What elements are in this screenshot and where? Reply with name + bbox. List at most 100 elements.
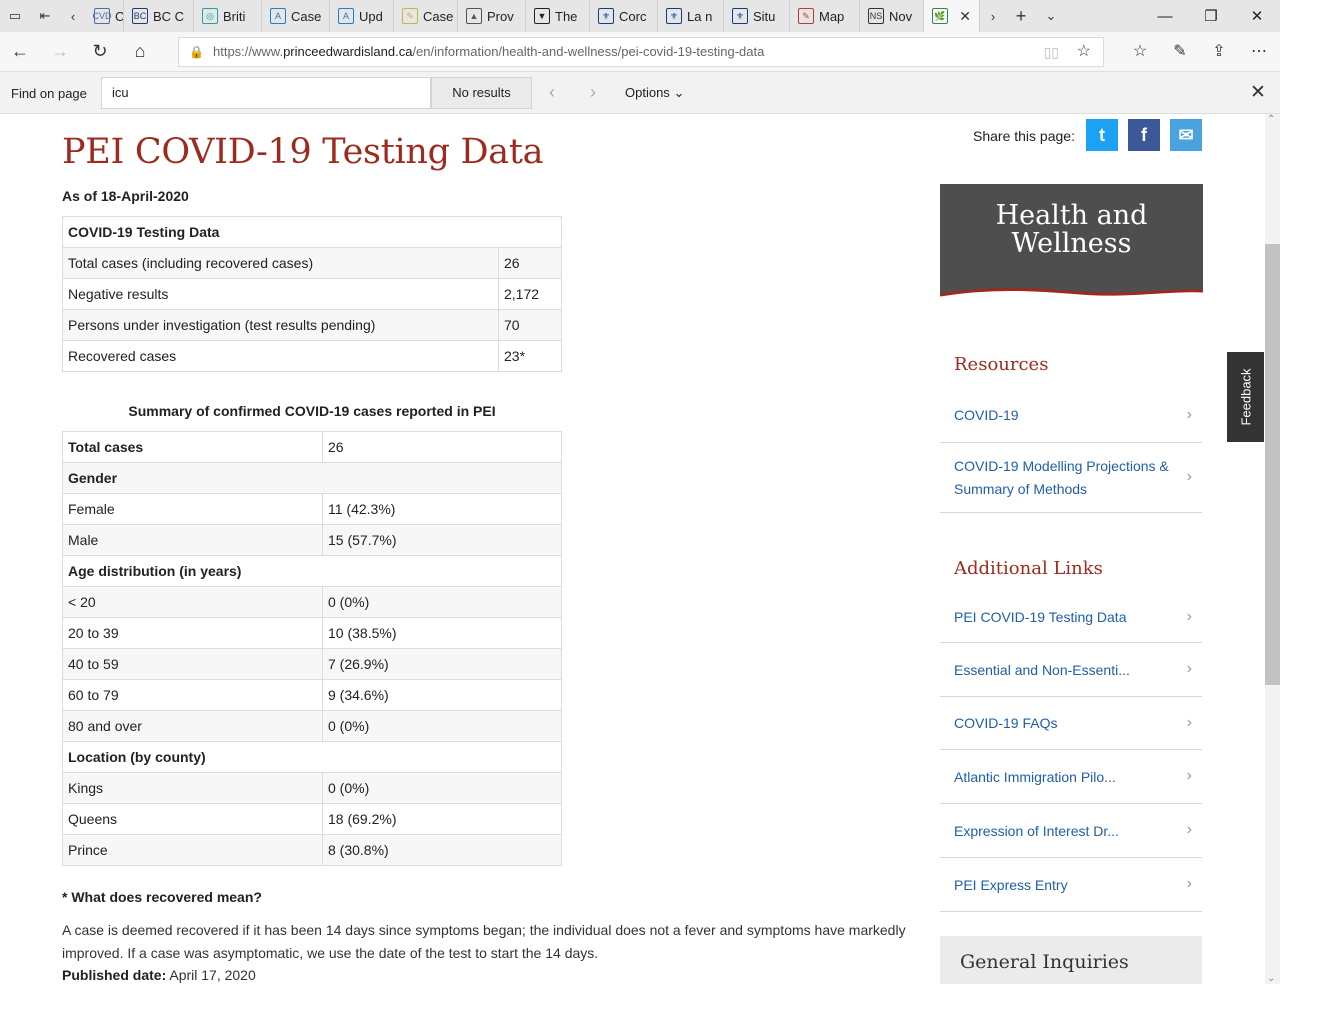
chevron-right-icon: › [1186, 767, 1192, 784]
sidebar-link[interactable]: COVID-19 Modelling Projections & Summary… [940, 443, 1202, 513]
facebook-share-icon[interactable]: f [1128, 119, 1160, 151]
scrollbar-thumb[interactable] [1265, 244, 1280, 685]
find-label: Find on page [11, 86, 87, 101]
chevron-right-icon: › [1186, 821, 1192, 838]
browser-tab[interactable]: BC BC C [124, 0, 194, 32]
browser-tab[interactable]: A Upd [330, 0, 394, 32]
table-row: 40 to 59 7 (26.9%) [62, 648, 562, 680]
sidebar-link[interactable]: COVID-19 › [940, 388, 1202, 443]
chevron-right-icon: › [1186, 660, 1192, 677]
minimize-icon[interactable]: — [1142, 8, 1188, 25]
sidebar-link-label[interactable]: COVID-19 [954, 404, 1179, 427]
sidebar-link-label[interactable]: COVID-19 Modelling Projections & Summary… [954, 455, 1179, 501]
browser-tab[interactable]: ⚜ La n [658, 0, 724, 32]
table-row: Recovered cases 23* [62, 340, 562, 372]
tab-label: Case [423, 8, 454, 24]
favorites-list-icon[interactable]: ☆ [1128, 41, 1152, 61]
row-value: 0 (0%) [322, 586, 562, 618]
scroll-tabs-left-icon[interactable]: ‹ [60, 0, 86, 32]
tab-list-chevron-icon[interactable]: ⌄ [1036, 0, 1066, 32]
email-share-icon[interactable]: ✉ [1170, 119, 1202, 151]
tab-favicon-icon: NS [868, 8, 884, 24]
favorite-star-icon[interactable]: ☆ [1077, 38, 1091, 66]
set-tabs-aside-icon[interactable]: ⇤ [30, 0, 60, 32]
browser-tab[interactable]: ⚜ Corc [590, 0, 658, 32]
browser-tab[interactable]: ✎ Map [790, 0, 860, 32]
back-icon[interactable]: ← [8, 41, 32, 62]
browser-tab[interactable]: ▲ Prov [458, 0, 526, 32]
find-previous-icon[interactable]: ‹ [549, 82, 555, 103]
find-next-icon[interactable]: › [590, 82, 596, 103]
row-label: Male [62, 524, 323, 556]
section-header-row: Location (by county) [62, 741, 562, 773]
url-field[interactable]: 🔒 https://www.princeedwardisland.ca/en/i… [178, 37, 1104, 67]
row-label: Persons under investigation (test result… [62, 309, 499, 341]
section-header-row: Gender [62, 462, 562, 494]
browser-tab[interactable]: ◎ Briti [194, 0, 262, 32]
home-icon[interactable]: ⌂ [128, 41, 152, 62]
share-icon[interactable]: ⇪ [1207, 41, 1231, 61]
forward-icon[interactable]: → [48, 41, 72, 62]
row-value: 11 (42.3%) [322, 493, 562, 525]
twitter-share-icon[interactable]: t [1086, 119, 1118, 151]
row-label: Total cases [62, 431, 323, 463]
sidebar-link[interactable]: PEI COVID-19 Testing Data › [940, 592, 1202, 643]
tab-favicon-icon: ⚜ [666, 8, 682, 24]
sidebar-link-label[interactable]: Atlantic Immigration Pilo... [954, 766, 1179, 789]
find-input[interactable]: icu [101, 77, 431, 109]
close-window-icon[interactable]: ✕ [1234, 7, 1280, 25]
restore-icon[interactable]: ❐ [1188, 7, 1234, 25]
sidebar-link-label[interactable]: Expression of Interest Dr... [954, 820, 1179, 843]
new-tab-icon[interactable]: + [1006, 0, 1036, 32]
chevron-down-icon: ⌄ [673, 85, 685, 100]
browser-tab[interactable]: ✎ Case [394, 0, 458, 32]
sidebar-link[interactable]: Expression of Interest Dr... › [940, 804, 1202, 858]
published-date: Published date: April 17, 2020 [62, 967, 256, 983]
browser-tab[interactable]: ⚜ Situ [724, 0, 790, 32]
tab-favicon-icon: ▼ [534, 8, 550, 24]
refresh-icon[interactable]: ↻ [88, 41, 112, 62]
health-wellness-banner[interactable]: Health and Wellness [940, 184, 1203, 301]
share-label: Share this page: [973, 128, 1075, 144]
row-value: 0 (0%) [322, 772, 562, 804]
sidebar-link[interactable]: Essential and Non-Essenti... › [940, 643, 1202, 697]
find-bar: Find on page icu No results ‹ › Options … [0, 72, 1280, 114]
vertical-scrollbar[interactable]: ⌃ ⌄ [1265, 114, 1280, 984]
sidebar-link-label[interactable]: COVID-19 FAQs [954, 712, 1179, 735]
table-row: 60 to 79 9 (34.6%) [62, 679, 562, 711]
row-label: Negative results [62, 278, 499, 310]
sidebar-link[interactable]: PEI Express Entry › [940, 858, 1202, 912]
find-options-button[interactable]: Options ⌄ [625, 85, 684, 101]
browser-tab[interactable]: CVDCorc [86, 0, 124, 32]
row-value: 10 (38.5%) [322, 617, 562, 649]
sidebar-link-label[interactable]: PEI COVID-19 Testing Data [954, 606, 1179, 629]
tab-favicon-icon: ✎ [798, 8, 814, 24]
chevron-right-icon: › [1186, 468, 1192, 485]
scroll-down-icon[interactable]: ⌄ [1267, 973, 1275, 984]
url-domain: princeedwardisland.ca [283, 44, 413, 59]
summary-table: Total cases 26 Gender Female 11 (42.3%) Male 1… [62, 431, 562, 866]
close-tab-icon[interactable]: ✕ [959, 8, 971, 25]
tab-label: Map [819, 8, 845, 24]
tab-actions-icon[interactable]: ▭ [0, 0, 30, 32]
general-inquiries-heading: General Inquiries [960, 951, 1129, 973]
scroll-up-icon[interactable]: ⌃ [1267, 114, 1275, 125]
feedback-tab[interactable]: Feedback [1227, 352, 1264, 442]
browser-tab[interactable]: ▼ The [526, 0, 590, 32]
scroll-tabs-right-icon[interactable]: › [980, 0, 1006, 32]
row-value: 9 (34.6%) [322, 679, 562, 711]
row-value: 7 (26.9%) [322, 648, 562, 680]
browser-tab[interactable]: 🌿 ✕ [924, 0, 980, 32]
sidebar-link-label[interactable]: PEI Express Entry [954, 874, 1179, 897]
browser-tab[interactable]: A Case [262, 0, 330, 32]
notes-pen-icon[interactable]: ✎ [1168, 41, 1192, 61]
browser-tab[interactable]: NS Nov [860, 0, 924, 32]
sidebar-link[interactable]: COVID-19 FAQs › [940, 697, 1202, 750]
sidebar-link-label[interactable]: Essential and Non-Essenti... [954, 659, 1179, 682]
table-row: Kings 0 (0%) [62, 772, 562, 804]
more-menu-icon[interactable]: ⋯ [1247, 41, 1271, 61]
row-label: 40 to 59 [62, 648, 323, 680]
sidebar-link[interactable]: Atlantic Immigration Pilo... › [940, 750, 1202, 804]
reading-view-icon[interactable]: ▯▯ [1044, 38, 1059, 66]
find-close-icon[interactable]: ✕ [1250, 81, 1266, 104]
